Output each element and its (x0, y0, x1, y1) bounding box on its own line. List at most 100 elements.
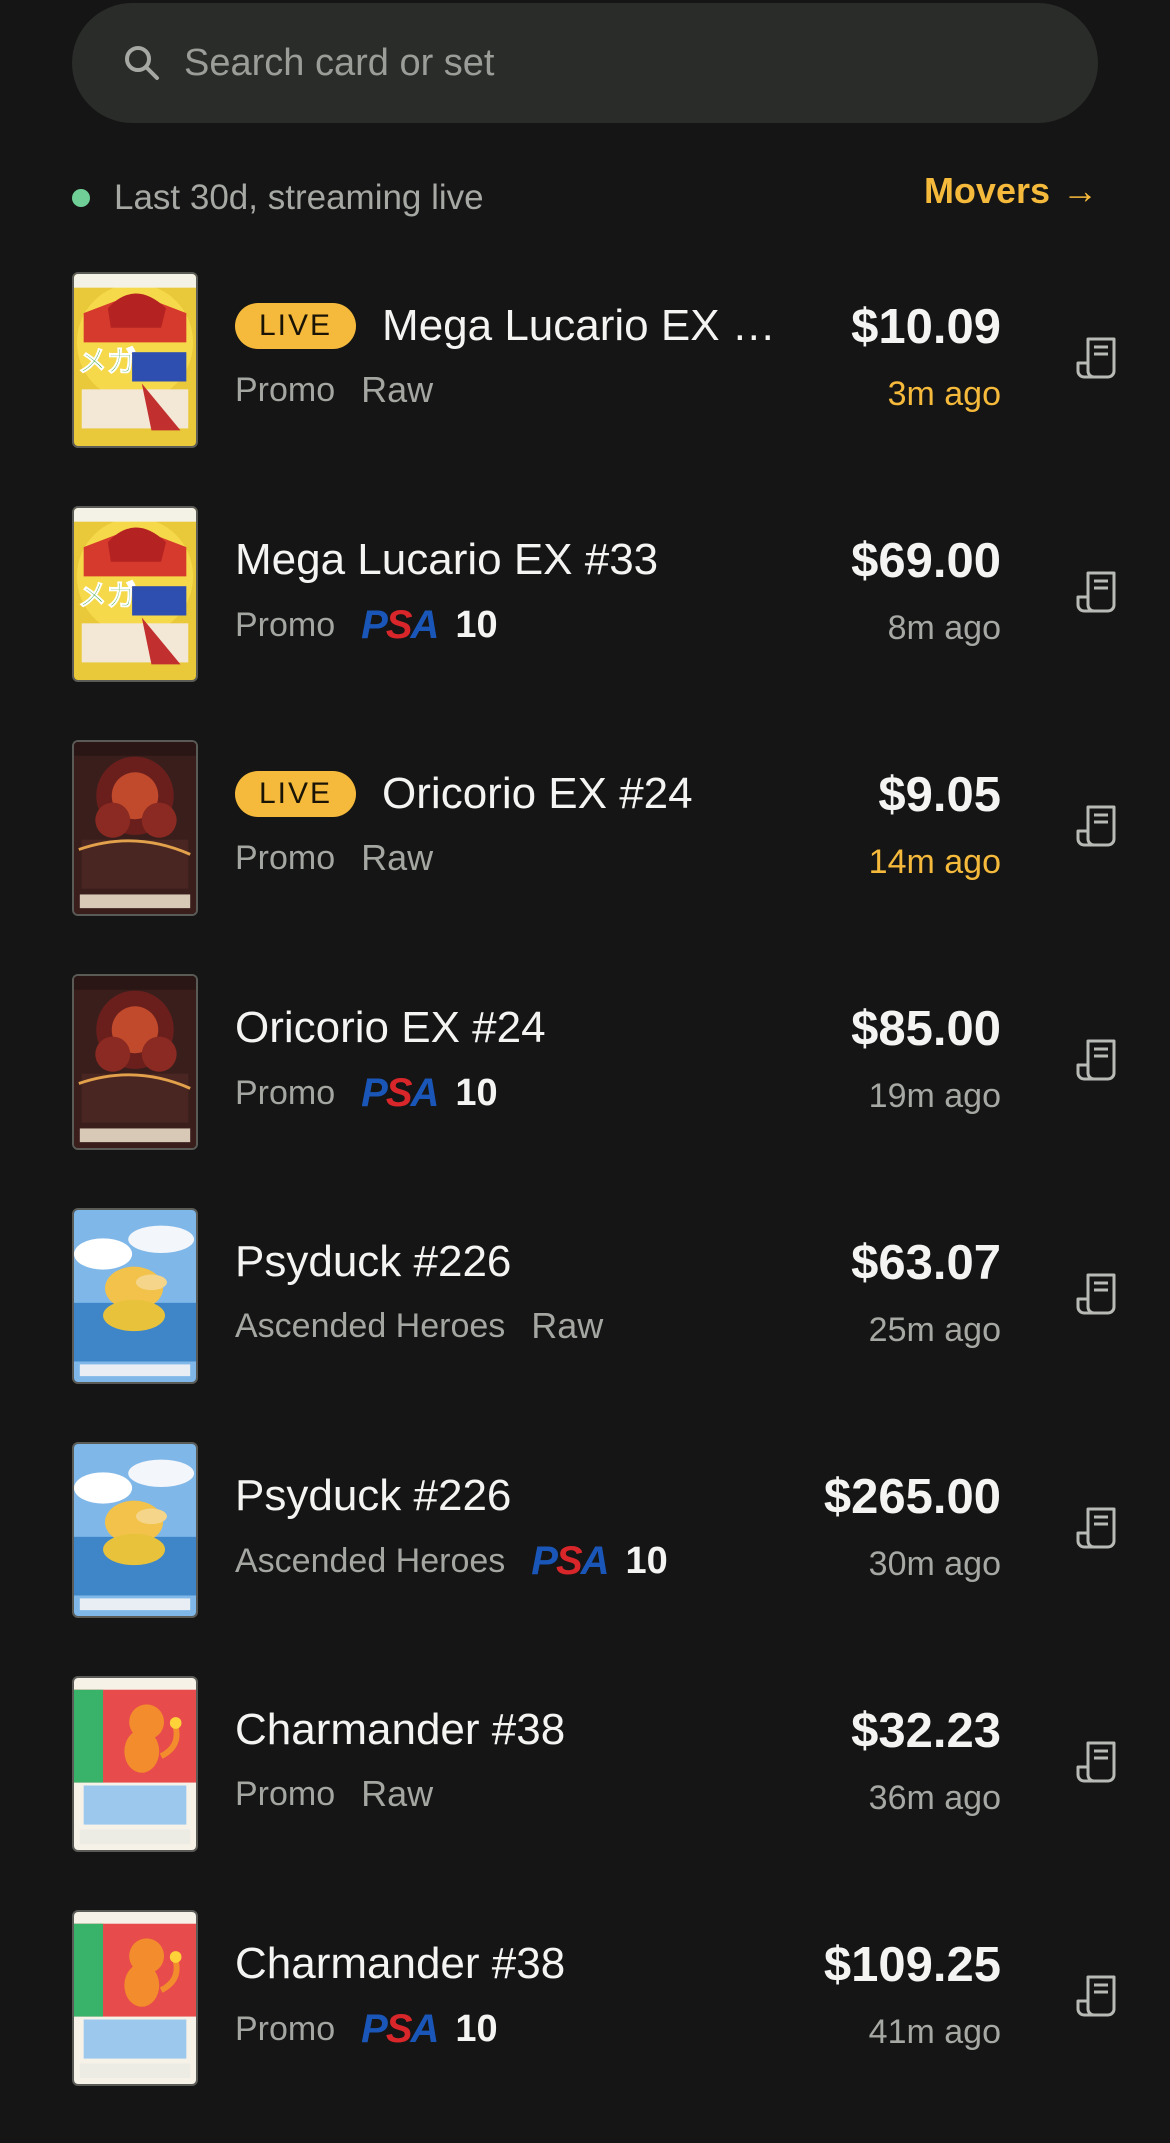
card-title: Psyduck #226 (235, 1237, 512, 1286)
psa-logo: PSA (361, 2007, 439, 2051)
set-name: Promo (235, 838, 336, 877)
set-name: Promo (235, 370, 336, 409)
sale-row[interactable]: Psyduck #226 Ascended Heroes PSA 10 $265… (0, 1441, 1170, 1675)
grade-raw: Raw (361, 1773, 434, 1814)
card-title: Charmander #38 (235, 1939, 566, 1988)
card-meta: Promo PSA 10 (235, 2007, 498, 2052)
card-meta: Promo PSA 10 (235, 1071, 498, 1116)
title-line: Psyduck #226 (235, 1471, 511, 1521)
title-line: Oricorio EX #24 (235, 1003, 546, 1053)
search-icon (125, 46, 159, 80)
card-meta: Promo Raw (235, 369, 433, 411)
sale-row[interactable]: Charmander #38 Promo PSA 10 $109.25 41m … (0, 1909, 1170, 2143)
card-meta: Promo Raw (235, 1773, 433, 1815)
psa-logo: PSA (361, 603, 439, 647)
title-line: LIVE Mega Lucario EX #33 (235, 301, 782, 351)
sale-row[interactable]: Oricorio EX #24 Promo PSA 10 $85.00 19m … (0, 973, 1170, 1207)
card-thumbnail[interactable] (72, 1910, 198, 2086)
title-line: LIVE Oricorio EX #24 (235, 769, 693, 819)
set-name: Promo (235, 1074, 336, 1112)
card-meta: Ascended Heroes PSA 10 (235, 1539, 668, 1584)
sale-time: 25m ago (868, 1311, 1001, 1349)
live-badge: LIVE (235, 771, 357, 817)
grade-value: 10 (455, 2008, 498, 2050)
set-name: Promo (235, 1774, 336, 1813)
live-status-text: Last 30d, streaming live (114, 178, 484, 217)
card-meta: Ascended Heroes Raw (235, 1305, 603, 1347)
receipt-icon[interactable] (1074, 1737, 1122, 1785)
set-name: Promo (235, 606, 336, 644)
live-status: Last 30d, streaming live (72, 178, 484, 218)
set-name: Ascended Heroes (235, 1542, 506, 1580)
sale-price: $10.09 (851, 300, 1001, 354)
card-title: Mega Lucario EX #33 (382, 301, 783, 350)
psa-grade: PSA 10 (361, 603, 498, 648)
search-input[interactable] (184, 41, 1064, 85)
psa-grade: PSA 10 (361, 1071, 498, 1116)
receipt-icon[interactable] (1074, 801, 1122, 849)
live-status-dot (72, 189, 90, 207)
sale-time: 3m ago (887, 375, 1001, 413)
card-title: Oricorio EX #24 (382, 769, 693, 818)
psa-logo: PSA (531, 1539, 609, 1583)
sale-price: $265.00 (823, 1470, 1001, 1524)
sale-time: 30m ago (868, 1545, 1001, 1583)
search-bar[interactable] (72, 3, 1098, 123)
sale-price: $69.00 (851, 534, 1001, 588)
grade-value: 10 (625, 1540, 668, 1582)
psa-grade: PSA 10 (531, 1539, 668, 1584)
grade-raw: Raw (531, 1305, 604, 1346)
sale-row[interactable]: Charmander #38 Promo Raw $32.23 36m ago (0, 1675, 1170, 1909)
receipt-icon[interactable] (1074, 567, 1122, 615)
sale-time: 19m ago (868, 1077, 1001, 1115)
card-thumbnail[interactable] (72, 740, 198, 916)
sale-price: $85.00 (851, 1002, 1001, 1056)
title-line: Charmander #38 (235, 1939, 565, 1989)
sale-row[interactable]: Psyduck #226 Ascended Heroes Raw $63.07 … (0, 1207, 1170, 1441)
sale-row[interactable]: メガ Mega Lucario EX #33 Promo PSA 10 $69.… (0, 505, 1170, 739)
card-thumbnail[interactable]: メガ (72, 272, 198, 448)
movers-label: Movers (923, 170, 1050, 211)
sale-price: $63.07 (851, 1236, 1001, 1290)
sale-price: $109.25 (823, 1938, 1001, 1992)
sale-row[interactable]: LIVE Oricorio EX #24 Promo Raw $9.05 14m… (0, 739, 1170, 973)
card-thumbnail[interactable] (72, 974, 198, 1150)
receipt-icon[interactable] (1074, 1269, 1122, 1317)
psa-logo: PSA (361, 1071, 439, 1115)
receipt-icon[interactable] (1074, 333, 1122, 381)
title-line: Psyduck #226 (235, 1237, 511, 1287)
movers-link[interactable]: Movers → (924, 170, 1098, 212)
sale-price: $32.23 (851, 1704, 1001, 1758)
card-title: Charmander #38 (235, 1705, 566, 1754)
card-thumbnail[interactable]: メガ (72, 506, 198, 682)
card-thumbnail[interactable] (72, 1208, 198, 1384)
sale-time: 14m ago (868, 843, 1001, 881)
grade-value: 10 (455, 604, 498, 646)
card-meta: Promo Raw (235, 837, 433, 879)
grade-value: 10 (455, 1072, 498, 1114)
svg-text:メガ: メガ (78, 579, 136, 613)
sale-time: 41m ago (868, 2013, 1001, 2051)
receipt-icon[interactable] (1074, 1503, 1122, 1551)
title-line: Charmander #38 (235, 1705, 565, 1755)
card-title: Mega Lucario EX #33 (235, 535, 659, 584)
psa-grade: PSA 10 (361, 2007, 498, 2052)
set-name: Ascended Heroes (235, 1306, 506, 1345)
title-line: Mega Lucario EX #33 (235, 535, 658, 585)
sale-price: $9.05 (878, 768, 1001, 822)
card-meta: Promo PSA 10 (235, 603, 498, 648)
receipt-icon[interactable] (1074, 1035, 1122, 1083)
grade-raw: Raw (361, 837, 434, 878)
card-thumbnail[interactable] (72, 1676, 198, 1852)
set-name: Promo (235, 2010, 336, 2048)
sale-time: 8m ago (887, 609, 1001, 647)
sale-row[interactable]: メガ LIVE Mega Lucario EX #33 Promo Raw $1… (0, 271, 1170, 505)
card-thumbnail[interactable] (72, 1442, 198, 1618)
live-badge: LIVE (235, 303, 357, 349)
card-title: Oricorio EX #24 (235, 1003, 546, 1052)
arrow-right-icon: → (1062, 170, 1098, 211)
grade-raw: Raw (361, 369, 434, 410)
sale-time: 36m ago (868, 1779, 1001, 1817)
receipt-icon[interactable] (1074, 1971, 1122, 2019)
card-title: Psyduck #226 (235, 1471, 512, 1520)
